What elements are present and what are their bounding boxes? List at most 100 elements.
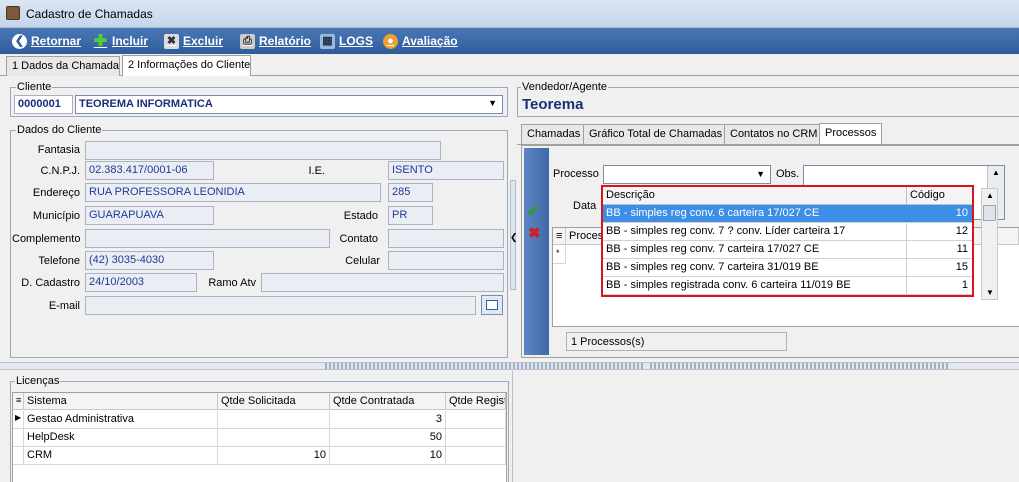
avaliacao-button[interactable]: ● Avaliação (383, 33, 458, 49)
licenca-registrada[interactable] (446, 429, 506, 447)
tab-grafico[interactable]: Gráfico Total de Chamadas (583, 124, 729, 144)
vendedor-nome: Teorema (522, 96, 584, 113)
dropdown-header-codigo[interactable]: Código (907, 187, 971, 204)
back-arrow-icon: ❮ (12, 33, 27, 49)
licencas-label: Licenças (15, 375, 61, 387)
vendedor-group-label: Vendedor/Agente (521, 81, 609, 93)
telefone-field[interactable]: (42) 3035-4030 (85, 251, 214, 270)
dropdown-row-codigo: 1 (961, 279, 968, 291)
dcadastro-label: D. Cadastro (21, 277, 80, 289)
tab-dados-chamada[interactable]: 1 Dados da Chamada (6, 56, 120, 76)
licenca-registrada[interactable] (446, 411, 506, 429)
header-sistema[interactable]: Sistema (24, 393, 218, 410)
processo-combo[interactable]: ▼ (603, 165, 771, 184)
scroll-down-icon[interactable]: ▼ (986, 288, 994, 297)
contato-label: Contato (339, 233, 378, 245)
numero-field[interactable]: 285 (388, 183, 433, 202)
licenca-contratada[interactable]: 3 (330, 411, 446, 429)
celular-label: Celular (345, 255, 380, 267)
estado-field[interactable]: PR (388, 206, 433, 225)
fantasia-field[interactable] (85, 141, 441, 160)
licenca-sistema[interactable]: HelpDesk (24, 429, 218, 447)
retornar-button[interactable]: ❮ Retornar (12, 33, 81, 49)
ramo-field[interactable] (261, 273, 504, 292)
grid-menu-icon[interactable]: ≡ (13, 393, 24, 410)
complemento-label: Complemento (12, 233, 81, 245)
new-row-marker: * (553, 246, 566, 264)
current-row-indicator-icon: ▶ (13, 411, 24, 429)
cliente-nome-text: TEOREMA INFORMATICA (79, 98, 213, 110)
printer-icon: ⎙ (240, 33, 255, 49)
dropdown-row-descricao: BB - simples reg conv. 6 carteira 17/027… (603, 205, 907, 222)
confirm-check-icon[interactable]: ✔ (527, 202, 540, 220)
scroll-up-icon[interactable]: ▲ (992, 168, 1000, 177)
dropdown-row[interactable]: BB - simples reg conv. 7 carteira 31/019… (603, 259, 972, 277)
tab-chamadas[interactable]: Chamadas (521, 124, 587, 144)
cnpj-label: C.N.P.J. (40, 165, 80, 177)
dcadastro-field[interactable]: 24/10/2003 (85, 273, 197, 292)
logs-button[interactable]: ▦ LOGS (320, 33, 373, 49)
toolbar (0, 28, 1019, 54)
dropdown-row[interactable]: BB - simples reg conv. 7 carteira 17/027… (603, 241, 972, 259)
excluir-button[interactable]: ✖ Excluir (164, 33, 223, 49)
splitter-grip (325, 363, 645, 369)
header-qtde-solicitada[interactable]: Qtde Solicitada (218, 393, 330, 410)
email-label: E-mail (48, 300, 80, 312)
dropdown-scrollbar[interactable]: ▲ ▼ (981, 188, 998, 300)
cliente-codigo-field[interactable]: 0000001 (14, 95, 73, 114)
relatorio-label: Relatório (259, 34, 312, 48)
header-qtde-registrada[interactable]: Qtde Regist (446, 393, 506, 410)
dropdown-row-codigo: 11 (956, 243, 968, 255)
tab-processos[interactable]: Processos (819, 123, 883, 144)
delete-doc-icon: ✖ (164, 33, 179, 49)
scroll-thumb[interactable] (983, 205, 996, 221)
municipio-field[interactable]: GUARAPUAVA (85, 206, 214, 225)
relatorio-button[interactable]: ⎙ Relatório (240, 33, 311, 49)
licenca-registrada[interactable] (446, 447, 506, 465)
incluir-label: Incluir (112, 34, 149, 48)
action-bar (524, 148, 549, 355)
processo-dropdown: Descrição Código BB - simples reg conv. … (601, 185, 974, 297)
cliente-nome-combo[interactable]: TEOREMA INFORMATICA ▼ (75, 95, 503, 114)
estado-label: Estado (343, 210, 378, 222)
ie-label: I.E. (308, 165, 325, 177)
ie-field[interactable]: ISENTO (388, 161, 504, 180)
grid-menu-icon[interactable]: ≡ (553, 228, 566, 245)
licenca-solicitada[interactable]: 10 (218, 447, 330, 465)
splitter-grip (650, 363, 950, 369)
licenca-sistema[interactable]: Gestao Administrativa (24, 411, 218, 429)
dropdown-row[interactable]: BB - simples reg conv. 6 carteira 17/027… (603, 205, 972, 223)
chevron-down-icon[interactable]: ▼ (756, 169, 765, 179)
envelope-icon (486, 300, 498, 310)
dropdown-row[interactable]: BB - simples reg conv. 7 ? conv. Líder c… (603, 223, 972, 241)
scroll-up-icon[interactable]: ▲ (986, 191, 994, 200)
licenca-solicitada[interactable] (218, 411, 330, 429)
chevron-down-icon[interactable]: ▼ (488, 98, 497, 108)
dropdown-header-descricao[interactable]: Descrição (603, 187, 907, 204)
licenca-contratada[interactable]: 50 (330, 429, 446, 447)
email-field[interactable] (85, 296, 476, 315)
header-qtde-contratada[interactable]: Qtde Contratada (330, 393, 446, 410)
dropdown-row[interactable]: BB - simples registrada conv. 6 carteira… (603, 277, 972, 295)
celular-field[interactable] (388, 251, 504, 270)
incluir-button[interactable]: ✚ Incluir (93, 33, 148, 49)
cancel-x-icon[interactable]: ✖ (528, 224, 541, 242)
email-send-button[interactable] (481, 295, 503, 315)
municipio-label: Município (32, 210, 80, 222)
endereco-field[interactable]: RUA PROFESSORA LEONIDIA (85, 183, 381, 202)
licenca-sistema[interactable]: CRM (24, 447, 218, 465)
dropdown-row-descricao: BB - simples reg conv. 7 ? conv. Líder c… (603, 223, 907, 240)
collapse-left-icon[interactable]: ❮ (510, 232, 518, 243)
complemento-field[interactable] (85, 229, 330, 248)
tab-contatos-crm[interactable]: Contatos no CRM (724, 124, 824, 144)
endereco-label: Endereço (32, 187, 80, 199)
tab-informacoes-cliente[interactable]: 2 Informações do Cliente (122, 55, 251, 76)
licenca-solicitada[interactable] (218, 429, 330, 447)
cnpj-field[interactable]: 02.383.417/0001-06 (85, 161, 214, 180)
dados-cliente-label: Dados do Cliente (16, 124, 103, 136)
dropdown-row-descricao: BB - simples reg conv. 7 carteira 31/019… (603, 259, 907, 276)
licenca-contratada[interactable]: 10 (330, 447, 446, 465)
contato-field[interactable] (388, 229, 504, 248)
row-indicator (13, 429, 24, 447)
title-bar: Cadastro de Chamadas (0, 0, 1019, 28)
